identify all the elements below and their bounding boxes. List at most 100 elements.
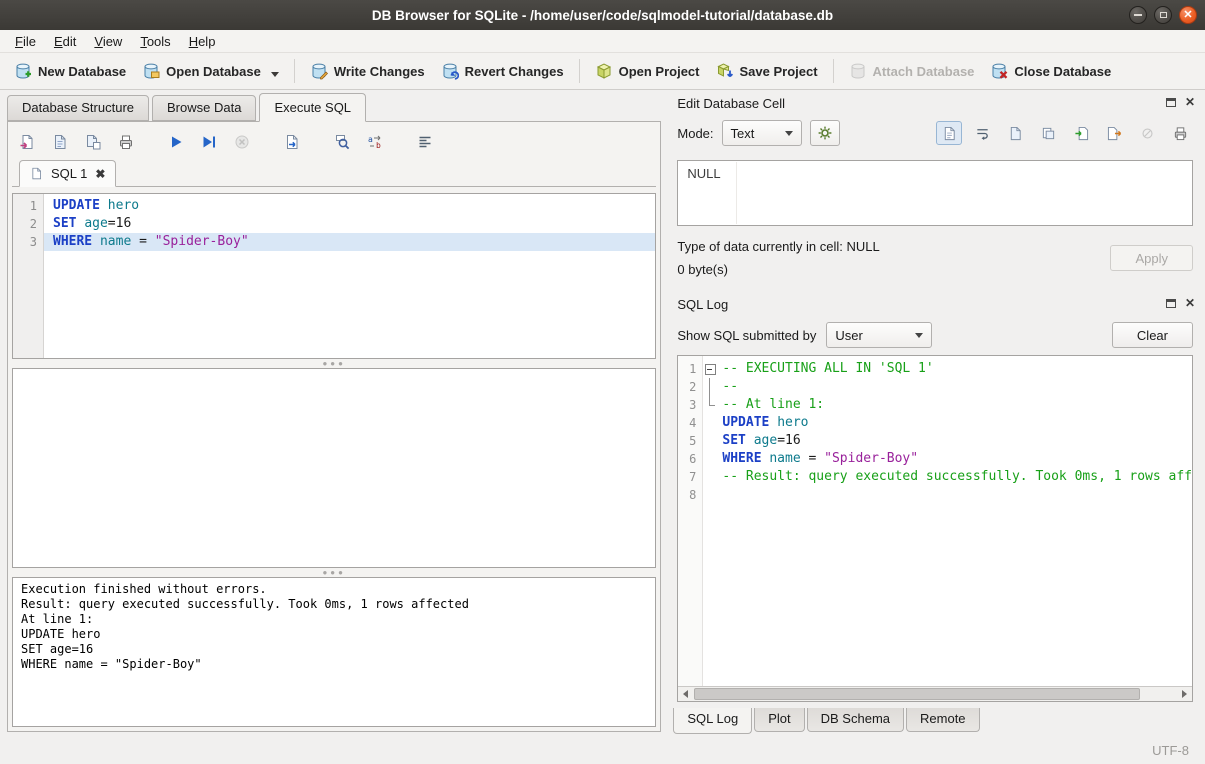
set-null-icon [1134,121,1160,145]
save-sql-file-icon[interactable] [47,130,73,154]
horizontal-scrollbar[interactable] [678,686,1192,701]
toolbar-separator [833,59,834,83]
cell-mode-row: Mode: Text [677,118,1193,148]
tab-remote[interactable]: Remote [906,708,980,732]
cell-value-editor[interactable]: NULL [677,160,1193,226]
write-changes-label: Write Changes [334,64,425,79]
word-wrap-icon[interactable] [969,121,995,145]
execute-current-line-icon[interactable] [196,130,222,154]
log-line: UPDATE hero [718,414,1192,432]
dock-close-icon[interactable]: ✕ [1185,297,1195,309]
status-line: SET age=16 [21,642,647,657]
export-results-icon[interactable] [279,130,305,154]
results-grid[interactable] [12,368,656,568]
status-line: WHERE name = "Spider-Boy" [21,657,647,672]
line-number: 2 [13,215,43,233]
encoding-indicator[interactable]: UTF-8 [1152,743,1189,758]
find-icon[interactable] [329,130,355,154]
sql-comment: -- Result: query executed successfully. … [722,469,1192,484]
execute-all-icon[interactable] [163,130,189,154]
sql-tab-1[interactable]: SQL 1 ✖ [19,160,116,187]
print-cell-icon[interactable] [1167,121,1193,145]
menu-edit[interactable]: Edit [45,31,85,52]
format-sql-icon[interactable] [412,130,438,154]
sql-log-controls: Show SQL submitted by User Clear [677,322,1193,348]
log-line: -- Result: query executed successfully. … [718,468,1192,486]
chevron-down-icon [785,131,793,136]
auto-switch-mode-button[interactable] [810,120,840,146]
write-changes-button[interactable]: Write Changes [302,58,433,84]
new-database-button[interactable]: New Database [6,58,134,84]
open-sql-file-icon[interactable] [14,130,40,154]
sql-identifier: age [754,433,777,448]
open-file-icon[interactable] [1002,121,1028,145]
tab-execute-sql[interactable]: Execute SQL [259,93,366,122]
scrollbar-thumb[interactable] [694,688,1140,700]
sql-keyword: SET [53,216,76,231]
scroll-right-icon[interactable] [1177,687,1192,701]
sql-editor[interactable]: 1 2 3 UPDATE hero SET age=16 WHERE name … [12,193,656,359]
minimize-button[interactable] [1129,6,1147,24]
main-tabbar: Database Structure Browse Data Execute S… [0,90,667,121]
sql-text [746,433,754,448]
document-icon[interactable] [936,121,962,145]
tab-database-structure[interactable]: Database Structure [7,95,149,121]
sql-text [92,234,100,249]
execution-status-log[interactable]: Execution finished without errors. Resul… [12,577,656,727]
tab-browse-data[interactable]: Browse Data [152,95,256,121]
save-project-button[interactable]: Save Project [708,58,826,84]
line-number: 6 [678,450,702,468]
tab-plot[interactable]: Plot [754,708,804,732]
editor-code-area[interactable]: UPDATE hero SET age=16 WHERE name = "Spi… [44,194,655,358]
replace-icon[interactable]: ab [362,130,388,154]
scroll-left-icon[interactable] [678,687,693,701]
log-line: -- [718,378,1192,396]
sql-identifier: name [769,451,800,466]
submitter-value: User [835,328,862,343]
status-line: UPDATE hero [21,627,647,642]
fold-collapse-icon[interactable] [703,360,718,378]
splitter-dots: ●●● [322,570,346,576]
log-code-area: -- EXECUTING ALL IN 'SQL 1' -- -- At lin… [718,356,1192,686]
line-number: 3 [678,396,702,414]
left-panel: Database Structure Browse Data Execute S… [0,90,667,736]
tab-db-schema[interactable]: DB Schema [807,708,904,732]
dock-close-icon[interactable]: ✕ [1185,96,1195,108]
open-database-button[interactable]: Open Database [134,58,287,84]
sql-keyword: WHERE [53,234,92,249]
sql-keyword: SET [722,433,745,448]
menu-tools[interactable]: Tools [131,31,179,52]
minimize-icon [1134,14,1142,16]
sql-log-view[interactable]: 1 2 3 4 5 6 7 8 [677,355,1193,702]
copy-icon[interactable] [1035,121,1061,145]
sql-comment: -- EXECUTING ALL IN 'SQL 1' [722,361,933,376]
open-project-button[interactable]: Open Project [587,58,708,84]
menu-file[interactable]: File [6,31,45,52]
main-content: Database Structure Browse Data Execute S… [0,90,1205,736]
splitter-handle[interactable]: ●●● [12,359,656,368]
save-sql-file-as-icon[interactable] [80,130,106,154]
clear-button[interactable]: Clear [1112,322,1193,348]
mode-combobox[interactable]: Text [722,120,802,146]
close-button[interactable]: ✕ [1179,6,1197,24]
cell-size-info: 0 byte(s) [677,262,1110,277]
print-icon[interactable] [113,130,139,154]
close-database-button[interactable]: Close Database [982,58,1119,84]
menu-view[interactable]: View [85,31,131,52]
revert-changes-button[interactable]: Revert Changes [433,58,572,84]
line-number: 5 [678,432,702,450]
revert-changes-icon [441,62,459,80]
open-database-dropdown-icon[interactable] [271,72,279,77]
sql-tab-close-icon[interactable]: ✖ [95,167,105,181]
maximize-icon [1160,12,1167,18]
menu-help[interactable]: Help [180,31,225,52]
import-icon[interactable] [1068,121,1094,145]
maximize-button[interactable] [1154,6,1172,24]
export-icon[interactable] [1101,121,1127,145]
dock-float-icon[interactable] [1166,98,1176,107]
splitter-handle[interactable]: ●●● [12,568,656,577]
line-number: 1 [13,197,43,215]
dock-float-icon[interactable] [1166,299,1176,308]
submitter-combobox[interactable]: User [826,322,932,348]
tab-sql-log[interactable]: SQL Log [673,708,752,734]
